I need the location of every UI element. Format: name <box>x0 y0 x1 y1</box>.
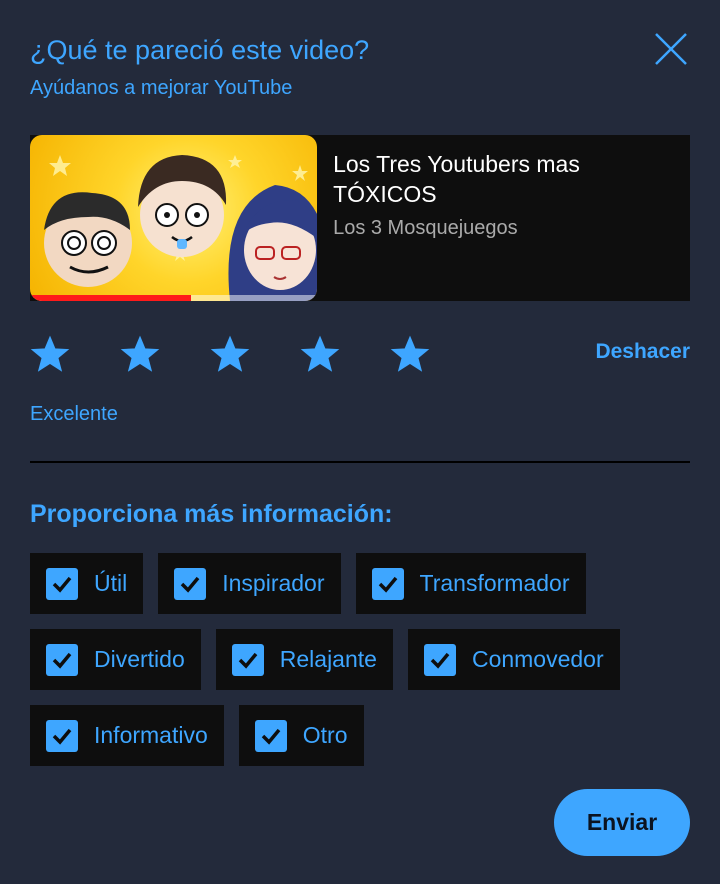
checkbox-checked-icon[interactable] <box>254 719 287 752</box>
option-label: Otro <box>302 722 348 748</box>
checkbox-checked-icon[interactable] <box>46 643 78 676</box>
feedback-options: Útil Inspirador Transformador Divertido <box>30 553 690 781</box>
watch-progress-bar <box>30 295 318 301</box>
option-chip-util[interactable]: Útil <box>30 553 144 614</box>
close-button[interactable] <box>652 30 690 68</box>
option-label: Transformador <box>419 570 570 596</box>
star-icon[interactable] <box>300 334 340 374</box>
chip-row: Divertido Relajante Conmovedor <box>30 629 690 690</box>
checkbox-checked-icon[interactable] <box>46 719 78 752</box>
stars-container <box>30 334 480 374</box>
video-channel: Los 3 Mosquejuegos <box>333 217 518 239</box>
submit-button[interactable]: Enviar <box>554 789 690 856</box>
option-label: Inspirador <box>222 570 325 596</box>
video-card[interactable]: Los Tres Youtubers mas TÓXICOS Los 3 Mos… <box>30 135 690 301</box>
undo-button[interactable]: Deshacer <box>595 340 690 364</box>
option-chip-otro[interactable]: Otro <box>238 705 364 766</box>
option-chip-inspirador[interactable]: Inspirador <box>158 553 341 614</box>
checkbox-checked-icon[interactable] <box>174 567 207 600</box>
star-icon[interactable] <box>390 334 430 374</box>
thumbnail-art <box>44 155 318 301</box>
option-label: Relajante <box>279 646 377 672</box>
chip-row: Informativo Otro <box>30 705 690 766</box>
dialog-header: ¿Qué te pareció este video? Ayúdanos a m… <box>30 30 690 104</box>
option-chip-transformador[interactable]: Transformador <box>355 553 586 614</box>
option-chip-relajante[interactable]: Relajante <box>215 629 393 690</box>
divider <box>30 461 690 463</box>
option-chip-conmovedor[interactable]: Conmovedor <box>407 629 620 690</box>
more-info-heading: Proporciona más información: <box>30 500 393 528</box>
checkbox-checked-icon[interactable] <box>371 567 404 600</box>
dialog-subtitle: Ayúdanos a mejorar YouTube <box>30 77 293 99</box>
watch-progress-fill <box>30 295 191 301</box>
close-icon <box>655 33 687 65</box>
chip-row: Útil Inspirador Transformador <box>30 553 690 614</box>
rating-label: Excelente <box>30 403 118 425</box>
option-chip-informativo[interactable]: Informativo <box>30 705 224 766</box>
star-icon[interactable] <box>30 334 70 374</box>
option-label: Útil <box>94 570 128 596</box>
video-title: Los Tres Youtubers mas TÓXICOS <box>333 151 580 207</box>
video-info: Los Tres Youtubers mas TÓXICOS Los 3 Mos… <box>317 135 690 301</box>
star-icon[interactable] <box>120 334 160 374</box>
checkbox-checked-icon[interactable] <box>46 567 78 600</box>
option-chip-divertido[interactable]: Divertido <box>30 629 201 690</box>
checkbox-checked-icon[interactable] <box>423 643 456 676</box>
checkbox-checked-icon[interactable] <box>231 643 264 676</box>
star-rating: Deshacer <box>30 334 690 374</box>
option-label: Divertido <box>94 646 185 672</box>
option-label: Informativo <box>94 722 208 748</box>
video-thumbnail[interactable] <box>30 135 318 301</box>
dialog-title: ¿Qué te pareció este video? <box>30 35 370 65</box>
option-label: Conmovedor <box>471 646 604 672</box>
star-icon[interactable] <box>210 334 250 374</box>
